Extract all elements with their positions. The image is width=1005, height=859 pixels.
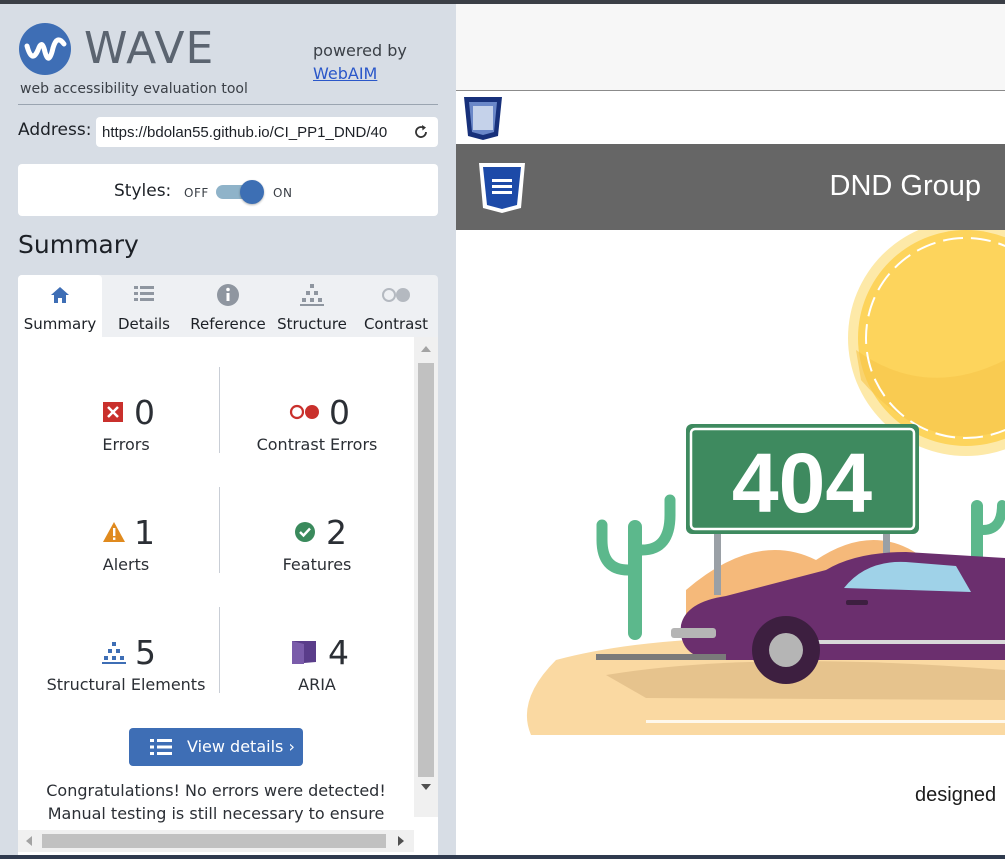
summary-heading: Summary <box>18 230 139 259</box>
aria-count: 4 <box>328 633 349 672</box>
styles-label: Styles: <box>114 181 172 201</box>
footer-designed-text: designed <box>915 784 997 806</box>
window-bottom-border <box>0 855 1005 859</box>
home-icon <box>48 283 72 307</box>
scrollbar-thumb[interactable] <box>418 363 434 777</box>
page-preview: DND Group 404 designed <box>456 4 1005 855</box>
tab-structure[interactable]: Structure <box>270 275 354 337</box>
tab-label: Contrast <box>363 315 429 333</box>
alert-icon <box>102 521 125 543</box>
info-icon <box>216 283 240 307</box>
address-value[interactable]: https://bdolan55.github.io/CI_PP1_DND/40 <box>102 124 402 141</box>
css-badge-icon <box>476 162 528 214</box>
alerts-label: Alerts <box>102 555 150 574</box>
wave-sidebar: WAVE web accessibility evaluation tool p… <box>0 4 456 855</box>
toggle-knob[interactable] <box>240 180 264 204</box>
contrast-errors-count: 0 <box>329 393 350 432</box>
tab-label: Reference <box>190 315 266 333</box>
summary-panel: 0 Errors 0 Contrast Errors 1 Alerts 2 Fe… <box>18 337 438 855</box>
styles-on-label: ON <box>273 186 293 200</box>
site-header: DND Group <box>456 144 1005 230</box>
tab-reference[interactable]: Reference <box>186 275 270 337</box>
list-icon <box>132 283 156 307</box>
structural-count: 5 <box>135 633 156 672</box>
view-details-button[interactable]: View details › <box>129 728 303 766</box>
address-label: Address: <box>18 120 92 140</box>
address-input[interactable]: https://bdolan55.github.io/CI_PP1_DND/40 <box>96 117 438 147</box>
hierarchy-icon <box>300 283 324 307</box>
wave-logo-icon <box>18 22 72 76</box>
tab-details[interactable]: Details <box>102 275 186 337</box>
styles-toggle[interactable] <box>216 180 264 204</box>
vertical-scrollbar[interactable] <box>414 337 438 817</box>
scroll-up-arrow-icon[interactable] <box>421 346 431 352</box>
tab-contrast[interactable]: Contrast <box>354 275 438 337</box>
congrats-line-2: Manual testing is still necessary to ens… <box>47 804 385 823</box>
structure-icon <box>101 641 127 664</box>
errors-count: 0 <box>134 393 155 432</box>
styles-toggle-card: Styles: OFF ON <box>18 164 438 216</box>
wave-brand-text: WAVE <box>84 23 215 74</box>
webaim-link[interactable]: WebAIM <box>313 64 377 83</box>
congrats-line-1: Congratulations! No errors were detected… <box>46 781 386 800</box>
error-icon <box>102 401 124 423</box>
contrast-errors-label: Contrast Errors <box>256 435 378 454</box>
site-title[interactable]: DND Group <box>830 170 982 203</box>
wave-tagline: web accessibility evaluation tool <box>20 81 248 97</box>
tab-summary[interactable]: Summary <box>18 275 102 337</box>
scroll-down-arrow-icon[interactable] <box>421 784 431 790</box>
features-label: Features <box>282 555 352 574</box>
list-icon <box>149 738 173 756</box>
congratulations-message: Congratulations! No errors were detected… <box>18 779 414 825</box>
aria-icon <box>290 638 318 664</box>
styles-off-label: OFF <box>184 186 209 200</box>
feature-icon <box>294 521 316 543</box>
preview-top-area <box>456 4 1005 91</box>
summary-tabs: Summary Details Reference Structure Cont… <box>18 275 438 337</box>
contrast-error-icon <box>289 401 321 423</box>
horizontal-scrollbar[interactable] <box>18 830 414 852</box>
sign-404-text: 404 <box>732 436 872 530</box>
tab-label: Structure <box>277 315 347 333</box>
tab-label: Summary <box>23 315 97 333</box>
aria-label: ARIA <box>298 675 336 694</box>
tab-label: Details <box>117 315 170 333</box>
alerts-count: 1 <box>134 513 155 552</box>
scroll-right-arrow-icon[interactable] <box>398 836 404 846</box>
scrollbar-thumb[interactable] <box>42 834 386 848</box>
contrast-icon <box>382 283 410 307</box>
view-details-label: View details › <box>187 737 295 756</box>
css-badge-icon <box>461 96 505 140</box>
structural-label: Structural Elements <box>46 675 206 694</box>
header-divider <box>18 104 438 105</box>
reload-icon[interactable] <box>412 123 430 141</box>
404-illustration: 404 <box>456 220 1005 830</box>
errors-label: Errors <box>102 435 150 454</box>
scroll-left-arrow-icon[interactable] <box>26 836 32 846</box>
powered-by-text: powered by <box>313 41 407 60</box>
features-count: 2 <box>326 513 347 552</box>
